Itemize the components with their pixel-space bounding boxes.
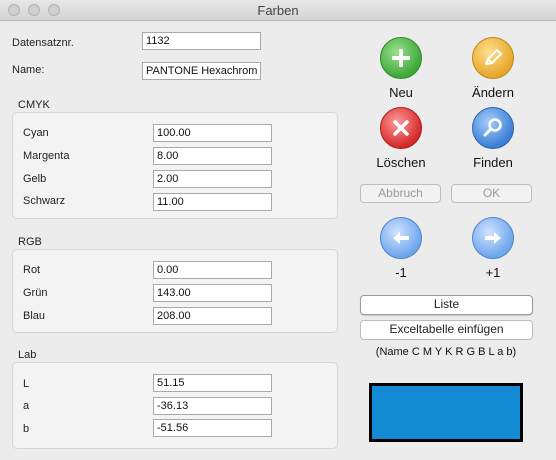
a-label: a [23, 400, 30, 412]
a-field[interactable]: -36.13 [153, 397, 272, 415]
gelb-field[interactable]: 2.00 [153, 170, 272, 188]
edit-button[interactable] [472, 37, 514, 79]
farben-window: Farben Datensatznr. 1132 Name: PANTONE H… [0, 0, 556, 460]
plus-icon [392, 49, 410, 67]
cmyk-section-title: CMYK [18, 99, 50, 111]
record-number-label: Datensatznr. [12, 37, 74, 49]
rgb-group: Rot 0.00 Grün 143.00 Blau 208.00 [12, 249, 338, 333]
previous-caption: -1 [395, 265, 407, 280]
gruen-field[interactable]: 143.00 [153, 284, 272, 302]
title-bar: Farben [0, 0, 556, 21]
b-field[interactable]: -51.56 [153, 419, 272, 437]
window-title: Farben [257, 3, 299, 18]
cyan-field[interactable]: 100.00 [153, 124, 272, 142]
previous-record-button[interactable] [380, 217, 422, 259]
list-button[interactable]: Liste [360, 295, 533, 315]
insert-excel-button[interactable]: Exceltabelle einfügen [360, 320, 533, 340]
find-caption: Finden [473, 155, 513, 170]
delete-caption: Löschen [376, 155, 426, 170]
delete-button[interactable] [380, 107, 422, 149]
rot-label: Rot [23, 264, 41, 276]
arrow-left-icon [393, 232, 409, 244]
blau-field[interactable]: 208.00 [153, 307, 272, 325]
b-label: b [23, 423, 30, 435]
new-caption: Neu [389, 85, 413, 100]
cancel-button[interactable]: Abbruch [360, 184, 441, 203]
margenta-label: Margenta [23, 150, 70, 162]
blau-label: Blau [23, 310, 46, 322]
schwarz-label: Schwarz [23, 195, 66, 207]
cmyk-group: Cyan 100.00 Margenta 8.00 Gelb 2.00 Schw… [12, 112, 338, 219]
margenta-field[interactable]: 8.00 [153, 147, 272, 165]
record-number-field[interactable]: 1132 [142, 32, 261, 50]
excel-format-note: (Name C M Y K R G B L a b) [375, 346, 517, 358]
l-field[interactable]: 51.15 [153, 374, 272, 392]
cyan-label: Cyan [23, 127, 49, 139]
gruen-label: Grün [23, 287, 48, 299]
new-button[interactable] [380, 37, 422, 79]
ok-button[interactable]: OK [451, 184, 532, 203]
next-record-button[interactable] [472, 217, 514, 259]
rgb-section-title: RGB [18, 236, 42, 248]
l-label: L [23, 378, 30, 390]
lab-section-title: Lab [18, 349, 37, 361]
color-preview-swatch [369, 383, 523, 442]
edit-caption: Ändern [472, 85, 514, 100]
schwarz-field[interactable]: 11.00 [153, 193, 272, 211]
find-button[interactable] [472, 107, 514, 149]
pencil-icon [485, 49, 502, 65]
delete-x-icon [393, 120, 409, 136]
lab-group: L 51.15 a -36.13 b -51.56 [12, 362, 338, 449]
rot-field[interactable]: 0.00 [153, 261, 272, 279]
arrow-right-icon [485, 232, 501, 244]
name-label: Name: [12, 64, 45, 76]
name-field[interactable]: PANTONE Hexachrom [142, 62, 261, 80]
gelb-label: Gelb [23, 173, 47, 185]
magnifier-icon [483, 118, 502, 137]
next-caption: +1 [485, 265, 501, 280]
